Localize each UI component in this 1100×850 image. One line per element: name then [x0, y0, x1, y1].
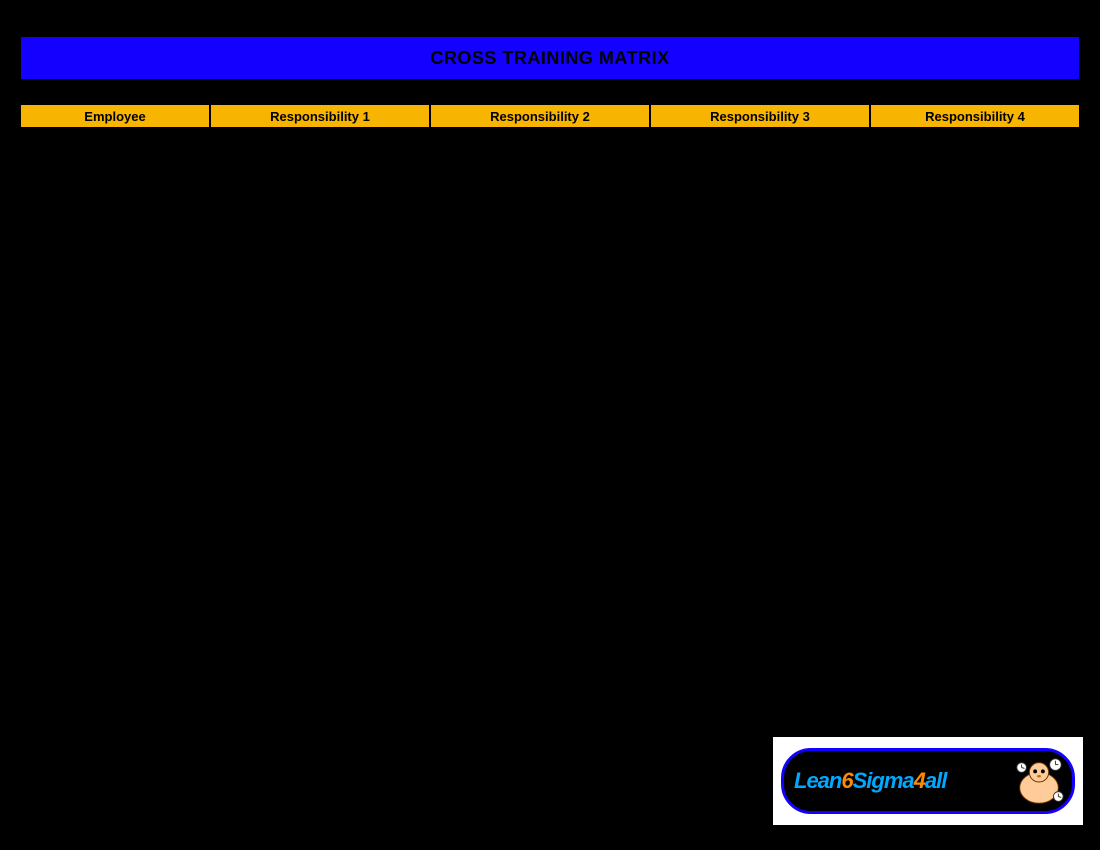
logo-text-lean: Lean [794, 768, 841, 793]
logo-mascot-icon [1010, 753, 1068, 811]
col-header-responsibility-2-label: Responsibility 2 [490, 109, 590, 124]
col-header-responsibility-1: Responsibility 1 [210, 104, 430, 128]
col-header-responsibility-1-label: Responsibility 1 [270, 109, 370, 124]
logo-text-6: 6 [841, 768, 852, 793]
col-header-employee-label: Employee [84, 109, 145, 124]
col-header-responsibility-3: Responsibility 3 [650, 104, 870, 128]
col-header-responsibility-4: Responsibility 4 [870, 104, 1080, 128]
logo-text-all: all [925, 768, 946, 793]
logo-text-sigma: Sigma [853, 768, 914, 793]
column-header-row: Employee Responsibility 1 Responsibility… [20, 104, 1080, 128]
col-header-responsibility-3-label: Responsibility 3 [710, 109, 810, 124]
col-header-responsibility-4-label: Responsibility 4 [925, 109, 1025, 124]
logo-pill: Lean6Sigma4all [781, 748, 1075, 814]
logo: Lean6Sigma4all [773, 737, 1083, 825]
logo-text: Lean6Sigma4all [794, 768, 946, 794]
title-band: CROSS TRAINING MATRIX [20, 36, 1080, 80]
col-header-employee: Employee [20, 104, 210, 128]
logo-text-4: 4 [914, 768, 925, 793]
title-text: CROSS TRAINING MATRIX [430, 48, 669, 69]
col-header-responsibility-2: Responsibility 2 [430, 104, 650, 128]
